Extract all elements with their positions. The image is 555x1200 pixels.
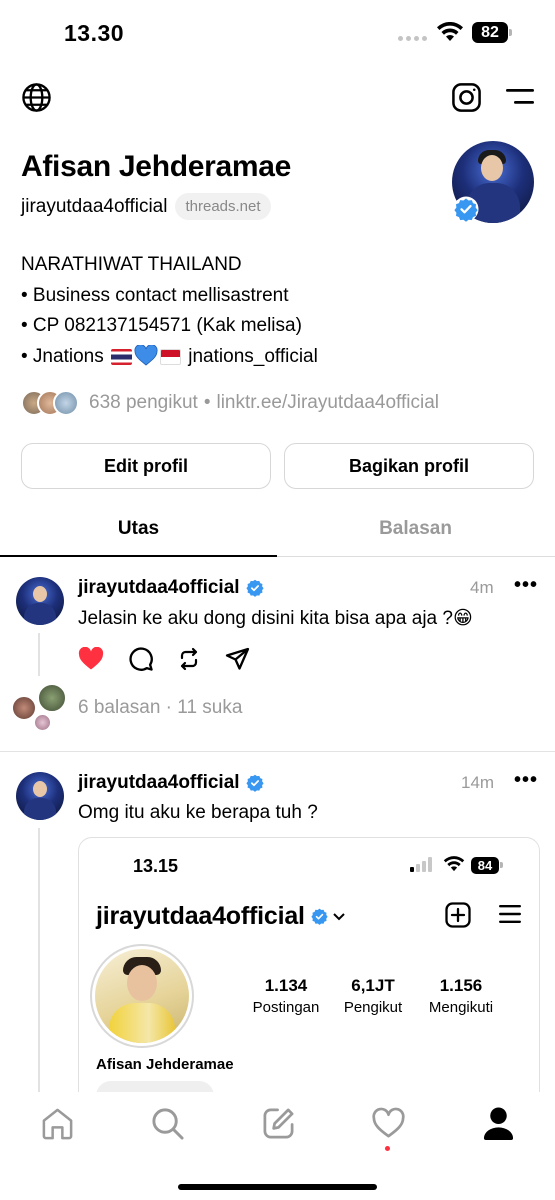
top-nav: [0, 78, 555, 120]
verified-badge-icon: [311, 908, 328, 925]
followers-count: 6,1JT: [351, 976, 395, 995]
followers-row: 638 pengikut • linktr.ee/Jirayutdaa4offi…: [21, 390, 439, 416]
active-tab-indicator: [0, 555, 277, 557]
menu-icon: [499, 905, 521, 923]
battery-level: 82: [472, 22, 508, 43]
following-count: 1.156: [439, 976, 483, 995]
status-time: 13.30: [64, 20, 125, 46]
domain-badge[interactable]: threads.net: [175, 193, 271, 220]
verified-badge-icon: [245, 774, 264, 792]
post-time: 4m: [470, 578, 494, 597]
menu-icon[interactable]: [506, 88, 534, 106]
embed-display-name: Afisan Jehderamae: [96, 1056, 234, 1073]
embedded-image[interactable]: 13.15 84 jirayutdaa4official 1.134 Posti…: [78, 837, 540, 1107]
following-label: Mengikuti: [428, 999, 494, 1016]
profile-name: Afisan Jehderamae: [21, 150, 292, 183]
add-post-icon: [445, 902, 471, 928]
post-avatar[interactable]: [16, 577, 64, 625]
post-time: 14m: [461, 773, 495, 792]
thailand-flag-icon: [110, 348, 132, 365]
profile-link[interactable]: linktr.ee/Jirayutdaa4official: [216, 392, 439, 414]
signal-icon: [398, 36, 427, 41]
tab-threads[interactable]: Utas: [0, 518, 277, 540]
bio-line: • CP 082137154571 (Kak melisa): [21, 315, 302, 336]
battery-icon: 84: [471, 857, 503, 874]
thread-line: [38, 633, 40, 676]
profile-icon[interactable]: [482, 1106, 515, 1141]
more-options-icon[interactable]: •••: [514, 574, 538, 597]
comment-icon[interactable]: [128, 646, 153, 671]
follower-avatars[interactable]: [21, 390, 79, 416]
embed-battery-level: 84: [471, 857, 499, 874]
blue-heart-icon: [134, 343, 158, 366]
posts-stat: 1.134 Postingan: [241, 976, 331, 1016]
bio-line: NARATHIWAT THAILAND: [21, 254, 242, 275]
posts-count: 1.134: [264, 976, 308, 995]
share-profile-button[interactable]: Bagikan profil: [284, 443, 534, 489]
reply-avatar: [34, 714, 51, 731]
reply-avatar: [38, 684, 66, 712]
post-actions: [78, 646, 250, 671]
globe-icon[interactable]: [21, 82, 52, 113]
wifi-icon: [443, 856, 465, 872]
wifi-icon: [437, 22, 463, 41]
thread-line: [38, 828, 40, 1094]
reply-avatars[interactable]: [12, 684, 68, 734]
post-text[interactable]: Jelasin ke aku dong disini kita bisa apa…: [78, 607, 473, 630]
repost-icon[interactable]: [177, 647, 201, 671]
share-icon[interactable]: [225, 647, 250, 671]
heart-icon[interactable]: [78, 646, 104, 671]
post-text[interactable]: Omg itu aku ke berapa tuh ?: [78, 802, 318, 824]
battery-icon: 82: [472, 22, 512, 43]
reply-avatar: [12, 696, 36, 720]
handle-row: jirayutdaa4official threads.net: [21, 193, 271, 220]
tab-replies[interactable]: Balasan: [277, 518, 554, 540]
post-username-row: jirayutdaa4official: [78, 577, 264, 599]
post-username[interactable]: jirayutdaa4official: [78, 577, 240, 599]
followers-count[interactable]: 638 pengikut: [89, 392, 198, 414]
search-icon[interactable]: [150, 1106, 185, 1141]
follower-avatar: [53, 390, 79, 416]
home-indicator: [178, 1184, 377, 1190]
bio-line: • Jnations jnations_official: [21, 342, 318, 373]
followers-stat: 6,1JT Pengikut: [328, 976, 418, 1016]
post-stats[interactable]: 6 balasan · 11 suka: [78, 697, 242, 719]
embed-username: jirayutdaa4official: [96, 902, 305, 930]
notification-dot: [385, 1146, 390, 1151]
post-divider: [0, 751, 555, 752]
following-stat: 1.156 Mengikuti: [416, 976, 506, 1016]
indonesia-flag-icon: [159, 348, 181, 365]
bio-line-prefix: • Jnations: [21, 345, 104, 367]
verified-badge-icon: [245, 579, 264, 597]
profile-bio: NARATHIWAT THAILAND • Business contact m…: [21, 250, 318, 372]
activity-heart-icon[interactable]: [371, 1106, 406, 1141]
followers-label: Pengikut: [343, 999, 403, 1016]
tab-divider: [277, 556, 555, 557]
compose-icon[interactable]: [261, 1106, 296, 1141]
bio-line: • Business contact mellisastrent: [21, 284, 289, 306]
profile-handle: jirayutdaa4official: [21, 195, 168, 217]
embed-status-time: 13.15: [133, 856, 179, 876]
post-avatar[interactable]: [16, 772, 64, 820]
edit-profile-button[interactable]: Edit profil: [21, 443, 271, 489]
posts-label: Postingan: [252, 999, 320, 1016]
post-username-row: jirayutdaa4official: [78, 772, 264, 794]
embed-username-row: jirayutdaa4official: [96, 902, 346, 931]
separator: •: [203, 392, 211, 413]
home-icon[interactable]: [40, 1106, 75, 1141]
instagram-icon[interactable]: [451, 82, 482, 113]
more-options-icon[interactable]: •••: [514, 769, 538, 792]
embed-avatar: [95, 949, 189, 1043]
signal-icon: [410, 857, 432, 872]
chevron-down-icon: [333, 912, 345, 920]
verified-badge-icon: [453, 196, 479, 222]
status-bar: 13.30 82: [0, 0, 555, 66]
post-username[interactable]: jirayutdaa4official: [78, 772, 240, 794]
bio-line-suffix[interactable]: jnations_official: [188, 346, 318, 367]
